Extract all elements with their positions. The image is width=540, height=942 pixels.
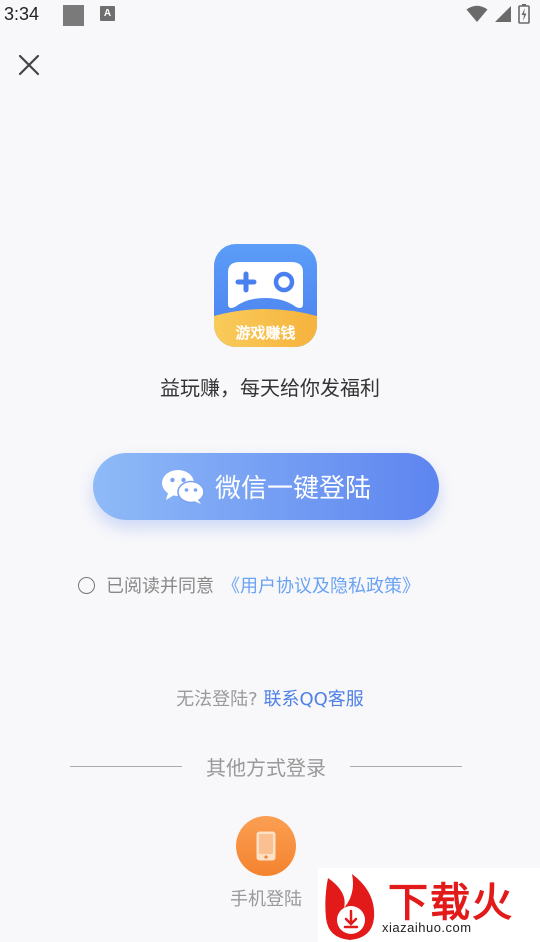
close-button[interactable] [14,50,44,80]
app-logo-text: 游戏赚钱 [235,324,296,342]
agreement-radio[interactable] [78,576,95,594]
other-login-title: 其他方式登录 [206,755,326,780]
agreement-row: 已阅读并同意 《用户协议及隐私政策》 [78,572,420,598]
app-logo: 游戏赚钱 [214,244,317,347]
watermark-url: xiazaihuo.com [382,920,472,935]
status-time: 3:34 [4,4,40,24]
app-tagline: 益玩赚，每天给你发福利 [160,376,380,400]
help-text: 无法登陆? [176,689,258,710]
divider-line-right [350,765,462,767]
agreement-link[interactable]: 《用户协议及隐私政策》 [222,572,420,598]
phone-login-label[interactable]: 手机登陆 [216,885,316,911]
contact-qq-link[interactable]: 联系QQ客服 [263,689,363,710]
battery-icon [518,4,530,24]
system-icons [466,4,530,24]
fire-logo-icon [325,874,375,940]
help-row: 无法登陆? 联系QQ客服 [0,685,540,711]
divider-line-left [70,765,182,767]
status-bar: 3:34 A [0,0,540,30]
watermark: 下载火 xiazaihuo.com [318,868,540,942]
notification-a-icon: A [100,6,115,21]
wechat-login-label: 微信一键登陆 [214,474,371,504]
wechat-icon [161,469,205,504]
phone-icon [256,831,276,861]
phone-login-button[interactable] [236,816,296,876]
agreement-text: 已阅读并同意 [106,576,214,597]
close-icon [18,54,40,76]
wifi-icon [466,5,488,22]
other-login-divider: 其他方式登录 [70,752,462,780]
wechat-login-button[interactable]: 微信一键登陆 [93,453,439,520]
signal-icon [495,6,511,22]
notification-icon [63,5,84,26]
